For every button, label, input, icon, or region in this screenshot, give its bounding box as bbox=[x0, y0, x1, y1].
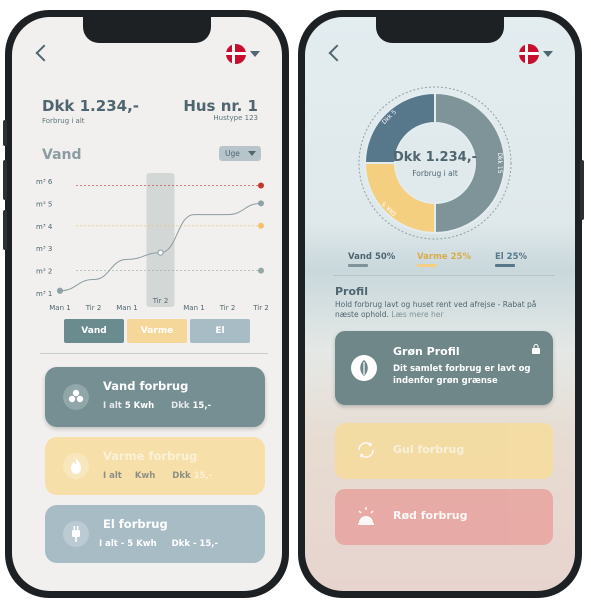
card-varme-forbrug[interactable]: Varme forbrug I alt Kwh Dkk 15,- bbox=[45, 437, 265, 495]
notch bbox=[83, 17, 211, 43]
card-details: I alt Kwh Dkk 15,- bbox=[103, 471, 213, 481]
profile-title: Grøn Profil bbox=[393, 345, 460, 358]
lock-icon bbox=[531, 339, 541, 354]
card-vand-forbrug[interactable]: Vand forbrug I alt 5 Kwh Dkk 15,- bbox=[45, 367, 265, 427]
card-details: I alt 5 Kwh Dkk 15,- bbox=[103, 401, 212, 411]
data-point bbox=[157, 249, 164, 256]
divider bbox=[40, 353, 268, 354]
denmark-flag-icon[interactable] bbox=[226, 44, 246, 64]
donut-total-value: Dkk 1.234,- bbox=[392, 150, 478, 165]
chevron-down-icon[interactable] bbox=[250, 51, 260, 57]
profile-title: Rød forbrug bbox=[393, 509, 468, 522]
divider bbox=[333, 275, 555, 276]
card-title: Vand forbrug bbox=[103, 379, 189, 393]
x-tick-label: Tir 2 bbox=[252, 304, 268, 312]
profile-title: Gul forbrug bbox=[393, 443, 465, 456]
tab-varme[interactable]: Varme bbox=[127, 319, 187, 343]
highlight-band bbox=[146, 173, 175, 307]
card-red-profile[interactable]: Rød forbrug bbox=[335, 489, 553, 545]
flame-icon bbox=[63, 453, 89, 479]
denmark-flag-icon[interactable] bbox=[519, 44, 539, 64]
legend-vand-bar bbox=[348, 264, 368, 267]
x-tick-label: Tir 2 bbox=[85, 304, 102, 312]
end-marker bbox=[258, 200, 264, 207]
leaf-icon bbox=[351, 355, 377, 381]
warning-icon bbox=[353, 503, 379, 529]
legend-el: El 25% bbox=[495, 252, 528, 262]
donut-total-label: Forbrug i alt bbox=[412, 169, 458, 178]
house-value: Hus nr. 1 bbox=[183, 97, 258, 115]
card-el-forbrug[interactable]: El forbrug I alt - 5 Kwh Dkk - 15,- bbox=[45, 505, 265, 563]
chevron-down-icon bbox=[248, 151, 256, 156]
x-tick-label: Tir 2 bbox=[152, 297, 169, 305]
profil-title: Profil bbox=[335, 285, 368, 298]
period-dropdown-value: Uge bbox=[225, 149, 240, 158]
total-value: Dkk 1.234,- bbox=[42, 97, 139, 115]
legend-varme-bar bbox=[417, 264, 437, 267]
y-tick-label: m³ 6 bbox=[36, 178, 53, 186]
card-green-profile[interactable]: Grøn Profil Dit samlet forbrug er lavt o… bbox=[335, 331, 553, 405]
x-tick-label: Man 1 bbox=[183, 304, 204, 312]
section-title: Vand bbox=[42, 147, 82, 163]
x-tick-label: Tir 2 bbox=[219, 304, 236, 312]
read-more-link[interactable]: Læs mere her bbox=[391, 310, 443, 319]
legend-varme: Varme 25% bbox=[417, 252, 471, 262]
water-usage-chart: m³ 6 m³ 5 m³ 4 m³ 3 m³ 2 m³ 1 Man 1 Tir 2 Man 1 T… bbox=[36, 173, 268, 312]
card-yellow-profile[interactable]: Gul forbrug bbox=[335, 423, 553, 479]
water-drops-icon bbox=[63, 384, 89, 410]
end-marker bbox=[258, 222, 264, 229]
data-point bbox=[56, 287, 64, 294]
chevron-down-icon[interactable] bbox=[543, 51, 553, 57]
tab-el[interactable]: El bbox=[190, 319, 250, 343]
house-type-label: Hustype 123 bbox=[213, 114, 258, 122]
phone-frame-right: Dkk 15 Dkk 5 Dkk 5 Dkk 1.234,- Forbrug i a… bbox=[298, 10, 584, 598]
recycle-icon bbox=[353, 437, 379, 463]
card-title: Varme forbrug bbox=[103, 449, 198, 463]
x-tick-label: Man 1 bbox=[116, 304, 137, 312]
profil-description: Hold forbrug lavt og huset rent ved afre… bbox=[335, 300, 537, 319]
y-tick-label: m³ 1 bbox=[36, 290, 52, 298]
card-title: El forbrug bbox=[103, 517, 168, 531]
period-dropdown[interactable]: Uge bbox=[219, 146, 261, 161]
y-tick-label: m³ 2 bbox=[36, 268, 52, 276]
back-icon[interactable] bbox=[35, 44, 53, 62]
screen-left: Dkk 1.234,- Forbrug i alt Hus nr. 1 Hust… bbox=[12, 17, 282, 591]
tab-vand[interactable]: Vand bbox=[64, 319, 124, 343]
legend-vand: Vand 50% bbox=[348, 252, 396, 262]
x-tick-label: Man 1 bbox=[49, 304, 70, 312]
end-marker bbox=[258, 267, 264, 274]
y-tick-label: m³ 4 bbox=[36, 223, 53, 231]
card-details: I alt - 5 Kwh Dkk - 15,- bbox=[99, 539, 219, 549]
plug-icon bbox=[63, 521, 89, 547]
donut-chart: Dkk 15 Dkk 5 Dkk 5 Dkk 1.234,- Forbrug i a… bbox=[355, 83, 515, 243]
back-icon[interactable] bbox=[328, 44, 346, 62]
legend-el-bar bbox=[495, 264, 515, 267]
screen-right: Dkk 15 Dkk 5 Dkk 5 Dkk 1.234,- Forbrug i a… bbox=[305, 17, 575, 591]
total-label: Forbrug i alt bbox=[42, 117, 85, 125]
y-tick-label: m³ 3 bbox=[36, 245, 52, 253]
notch bbox=[376, 17, 504, 43]
end-marker bbox=[258, 182, 264, 189]
profile-description: Dit samlet forbrug er lavt og indenfor g… bbox=[393, 364, 531, 386]
phone-frame-left: Dkk 1.234,- Forbrug i alt Hus nr. 1 Hust… bbox=[3, 10, 289, 598]
y-tick-label: m³ 5 bbox=[36, 200, 52, 208]
